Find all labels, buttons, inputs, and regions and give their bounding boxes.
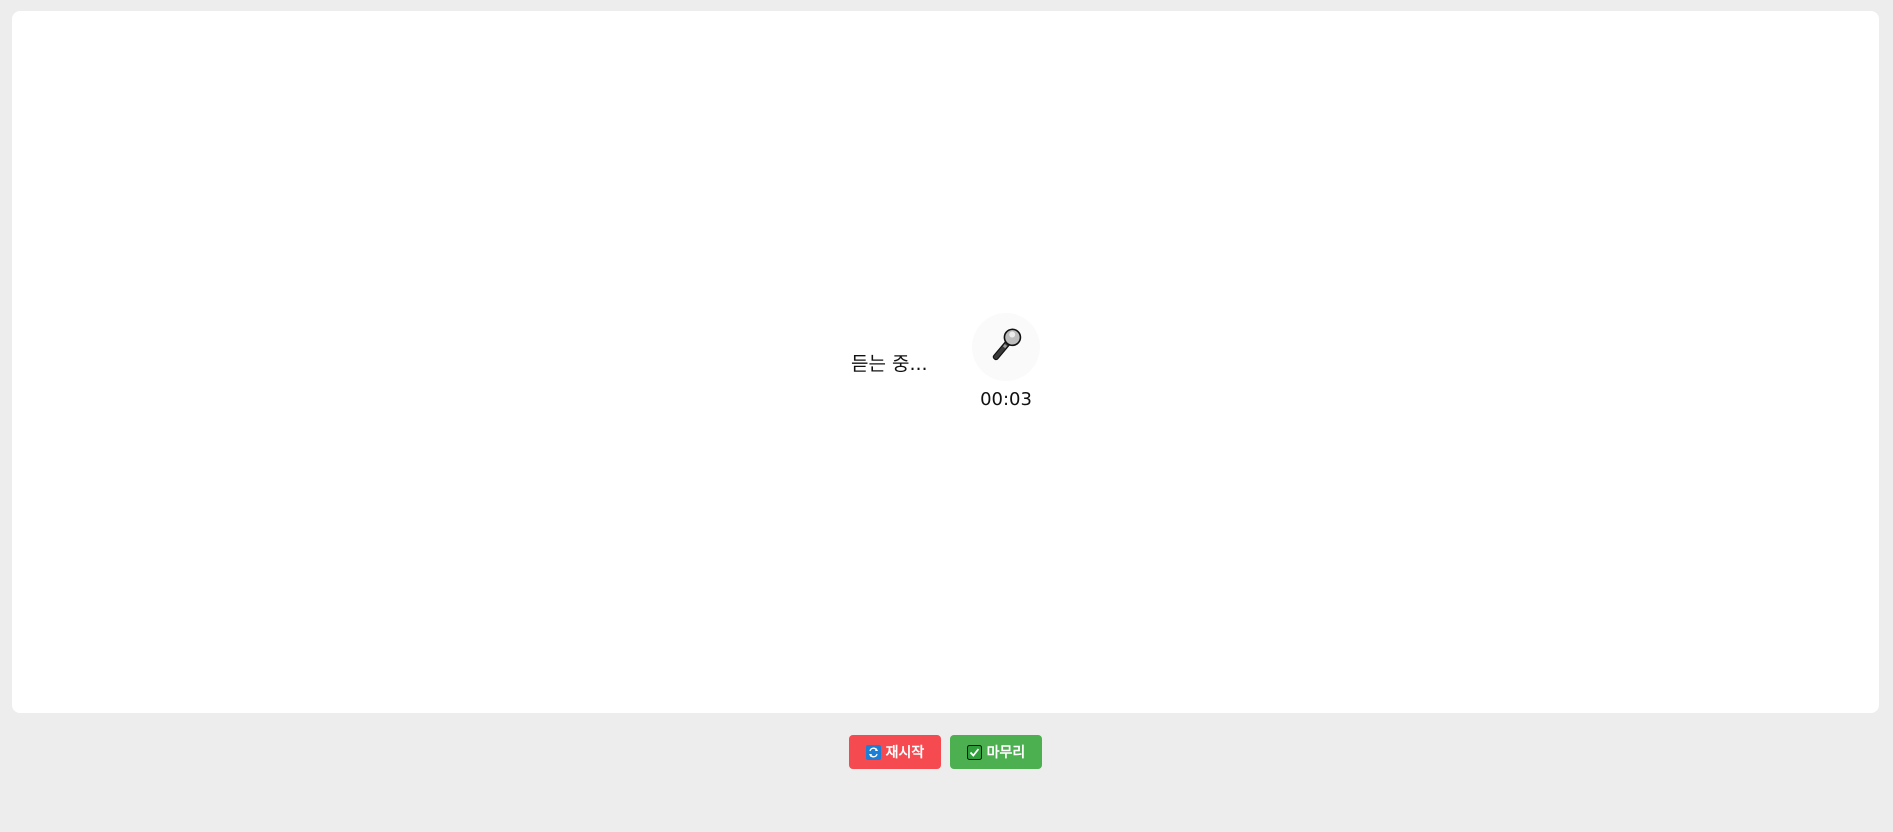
restart-label: 재시작 [885, 745, 925, 761]
recording-panel [12, 11, 1879, 713]
microphone-button[interactable] [972, 313, 1040, 381]
check-mark-icon [966, 744, 982, 760]
restart-button[interactable]: 재시작 [849, 735, 941, 769]
elapsed-timer: 00:03 [980, 389, 1032, 410]
finish-label: 마무리 [986, 745, 1026, 761]
listening-status: 듣는 중... [851, 353, 928, 375]
finish-button[interactable]: 마무리 [950, 735, 1042, 769]
microphone-icon [984, 323, 1028, 371]
repeat-icon [865, 744, 881, 760]
